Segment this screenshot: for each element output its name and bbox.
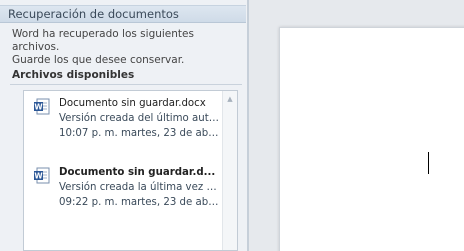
recovered-file-item-2[interactable]: W Documento sin guardar.d... Versión cre…: [24, 164, 222, 234]
recovered-file-item-1[interactable]: W Documento sin guardar.docx Versión cre…: [24, 95, 222, 165]
pane-description-line-2: Guarde los que desee conservar.: [12, 54, 185, 66]
pane-description-line-1: Word ha recuperado los siguientes archiv…: [12, 28, 194, 53]
svg-text:W: W: [34, 102, 43, 111]
word-document-icon: W: [34, 167, 50, 184]
file-description: Versión creada del último auto...: [59, 113, 219, 124]
scroll-up-arrow-icon[interactable]: ▲: [225, 94, 235, 104]
recovered-files-list[interactable]: W Documento sin guardar.docx Versión cre…: [23, 90, 238, 251]
document-canvas-area: [249, 0, 464, 251]
document-recovery-pane: Recuperación de documentos Word ha recup…: [0, 0, 249, 251]
file-timestamp: 09:22 p. m. martes, 23 de abr...: [59, 197, 219, 208]
file-name: Documento sin guardar.docx: [59, 98, 206, 109]
section-divider: [10, 84, 242, 85]
pane-description: Word ha recuperado los siguientes archiv…: [12, 28, 240, 67]
word-document-icon: W: [34, 98, 50, 115]
file-list-scrollbar[interactable]: ▲: [222, 91, 237, 250]
file-timestamp: 10:07 p. m. martes, 23 de abr...: [59, 128, 219, 139]
file-description: Versión creada la última vez q...: [59, 182, 219, 193]
svg-text:W: W: [34, 171, 43, 180]
file-name: Documento sin guardar.d...: [59, 167, 216, 178]
available-files-label: Archivos disponibles: [12, 69, 135, 81]
document-page[interactable]: [279, 27, 464, 251]
pane-title: Recuperación de documentos: [0, 5, 246, 23]
text-cursor: [428, 152, 429, 174]
